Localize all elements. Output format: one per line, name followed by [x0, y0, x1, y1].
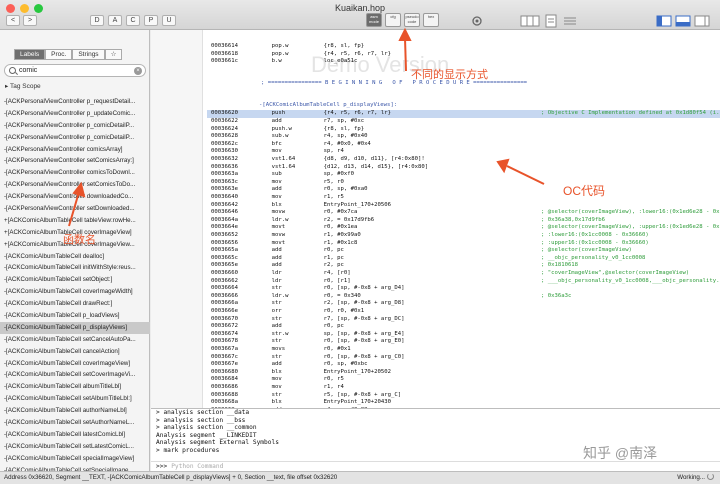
arrow-to-oc-code — [496, 158, 545, 185]
annotation-arrows — [68, 27, 545, 227]
zhihu-credit-watermark: 知乎 @南泽 — [583, 445, 658, 461]
arrow-to-mode-buttons — [398, 27, 412, 72]
arrow-to-function-names — [68, 181, 86, 227]
